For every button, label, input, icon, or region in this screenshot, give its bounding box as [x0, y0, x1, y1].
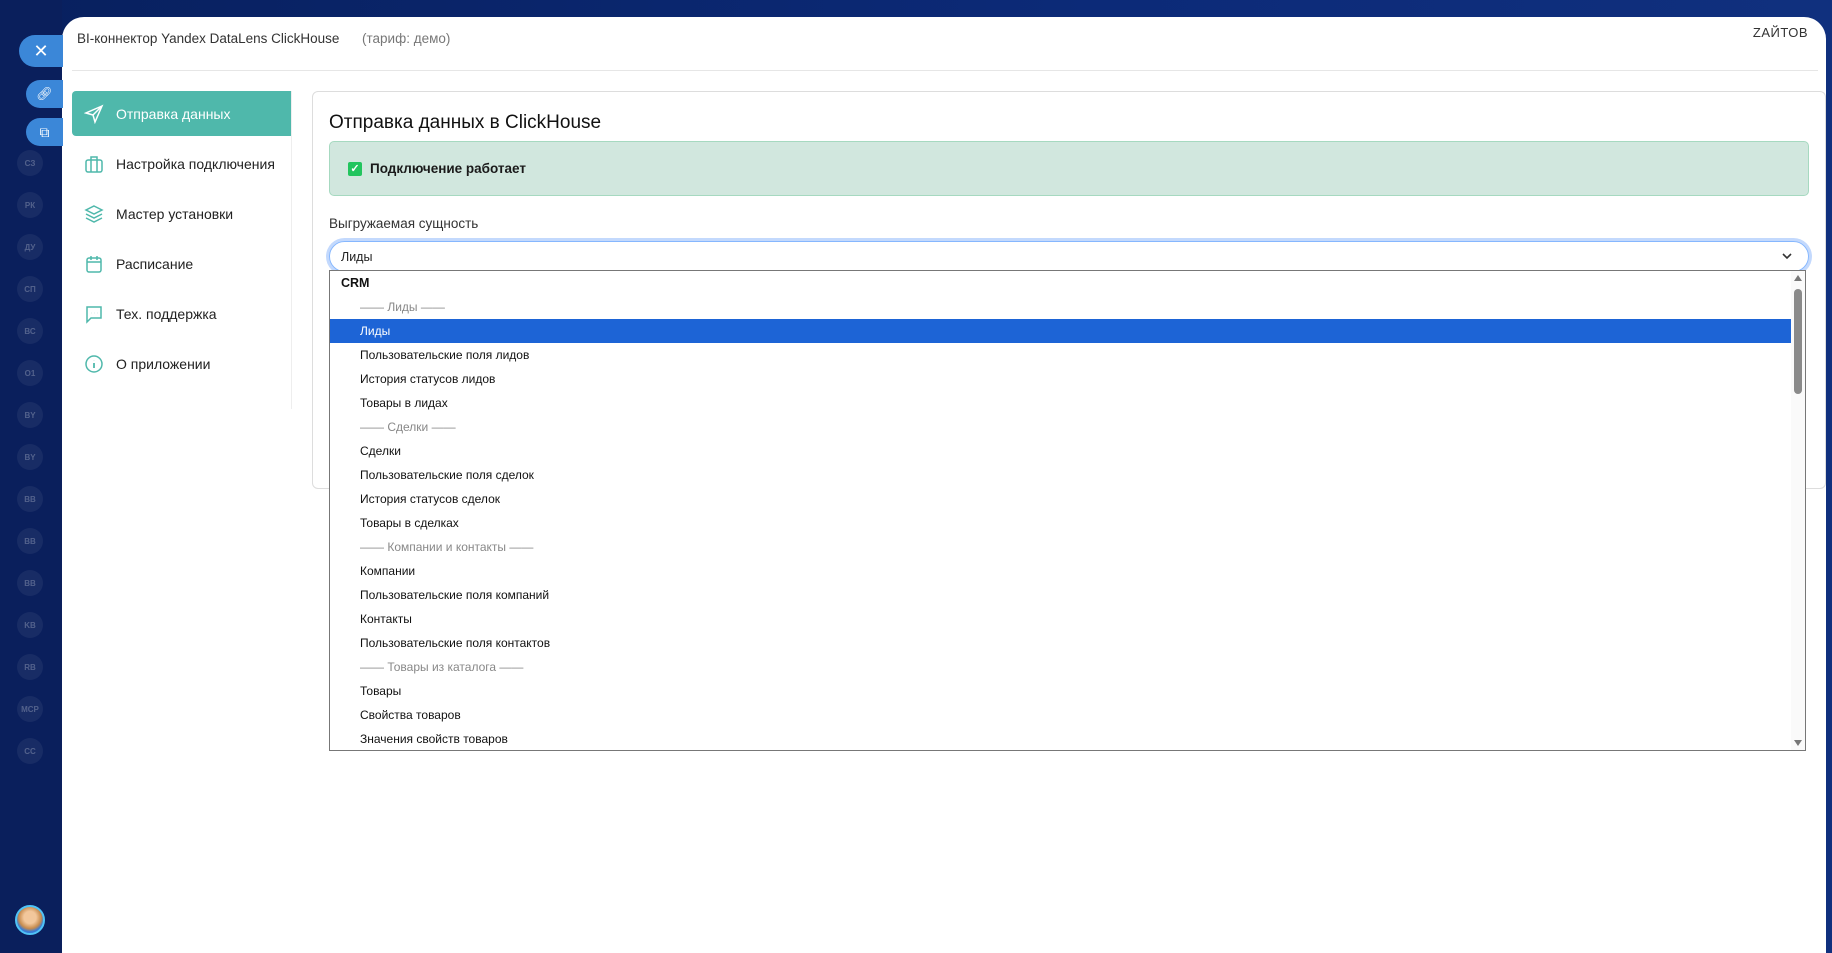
background-badge: RB: [17, 654, 43, 680]
background-badge: ДУ: [17, 234, 43, 260]
option-item[interactable]: Лиды: [330, 319, 1805, 343]
sidebar-item-label: Отправка данных: [116, 105, 231, 122]
option-item[interactable]: Пользовательские поля лидов: [330, 343, 1805, 367]
sidebar-nav: Отправка данных Настройка подключения Маст…: [72, 91, 292, 409]
link-button[interactable]: 🔗︎: [26, 80, 63, 108]
entity-dropdown-list[interactable]: CRM —— Лиды —— Лиды Пользовательские поля л…: [329, 270, 1806, 751]
dropdown-scrollbar[interactable]: [1791, 271, 1805, 750]
scroll-down-icon[interactable]: [1794, 740, 1802, 746]
background-badge: СП: [17, 276, 43, 302]
status-text: Подключение работает: [370, 161, 526, 176]
sidebar-item-label: Мастер установки: [116, 205, 234, 222]
brand-logo: ZАЙТОВ: [1752, 25, 1808, 40]
option-separator: —— Лиды ——: [360, 300, 445, 314]
background-badge: О1: [17, 360, 43, 386]
sidebar-item-3[interactable]: Расписание: [72, 241, 291, 286]
sidebar-item-label: Расписание: [116, 255, 194, 272]
option-item[interactable]: Сделки: [330, 439, 1805, 463]
option-separator: —— Товары из каталога ——: [360, 660, 524, 674]
background-badge: РК: [17, 192, 43, 218]
app-title: BI-коннектор Yandex DataLens ClickHouse: [77, 31, 340, 46]
option-item[interactable]: Компании: [330, 559, 1805, 583]
option-item[interactable]: Пользовательские поля сделок: [330, 463, 1805, 487]
option-item[interactable]: Товары в лидах: [330, 391, 1805, 415]
chevron-down-icon: [1782, 253, 1792, 260]
option-item[interactable]: Свойства товаров: [330, 703, 1805, 727]
chat-icon: [86, 305, 102, 324]
tariff-label: (тариф: демо): [362, 31, 451, 46]
sidebar-item-label: О приложении: [116, 355, 211, 372]
layers-icon: [84, 204, 104, 223]
background-badge: BY: [17, 402, 43, 428]
status-alert: ✓ Подключение работает: [329, 141, 1809, 196]
page-title: Отправка данных в ClickHouse: [329, 112, 602, 133]
entity-label: Выгружаемая сущность: [329, 216, 479, 231]
background-badge: BB: [17, 528, 43, 554]
option-item[interactable]: История статусов лидов: [330, 367, 1805, 391]
sidebar-item-0[interactable]: Отправка данных: [72, 91, 291, 136]
option-item[interactable]: Пользовательские поля компаний: [330, 583, 1805, 607]
check-icon: ✓: [348, 161, 362, 176]
entity-select[interactable]: Лиды: [329, 241, 1809, 272]
external-link-icon: ⧉: [39, 123, 50, 140]
sidebar-item-4[interactable]: Тех. поддержка: [72, 291, 291, 336]
option-group: CRM: [341, 276, 370, 290]
background-badge: ВС: [17, 318, 43, 344]
send-icon: [84, 104, 104, 124]
option-item[interactable]: Значения свойств товаров: [330, 727, 1805, 750]
background-badge: СЗ: [17, 150, 43, 176]
sidebar-item-label: Тех. поддержка: [116, 305, 217, 322]
option-item[interactable]: Товары в сделках: [330, 511, 1805, 535]
sidebar-item-5[interactable]: О приложении: [72, 341, 291, 386]
scroll-up-icon[interactable]: [1794, 275, 1802, 281]
info-icon: [85, 354, 103, 373]
entity-select-value: Лиды: [341, 249, 373, 264]
background-badge: BB: [17, 486, 43, 512]
background-badge: BB: [17, 570, 43, 596]
background-badge: KB: [17, 612, 43, 638]
link-icon: 🔗︎: [36, 86, 53, 101]
header-divider: [72, 70, 1818, 71]
background-badge: BY: [17, 444, 43, 470]
sidebar-item-1[interactable]: Настройка подключения: [72, 141, 291, 186]
option-item[interactable]: Контакты: [330, 607, 1805, 631]
background-badge: CC: [17, 738, 43, 764]
option-item[interactable]: История статусов сделок: [330, 487, 1805, 511]
briefcase-icon: [85, 155, 103, 173]
option-separator: —— Сделки ——: [360, 420, 456, 434]
calendar-icon: [86, 255, 102, 273]
option-item[interactable]: Пользовательские поля контактов: [330, 631, 1805, 655]
option-separator: —— Компании и контакты ——: [360, 540, 534, 554]
user-avatar[interactable]: [15, 905, 45, 935]
sidebar-item-2[interactable]: Мастер установки: [72, 191, 291, 236]
option-item[interactable]: Товары: [330, 679, 1805, 703]
sidebar-item-label: Настройка подключения: [116, 155, 275, 172]
open-external-button[interactable]: ⧉: [26, 118, 63, 146]
scrollbar-thumb[interactable]: [1794, 289, 1802, 394]
close-button[interactable]: ✕: [19, 35, 63, 67]
background-badge: MCP: [17, 696, 43, 722]
